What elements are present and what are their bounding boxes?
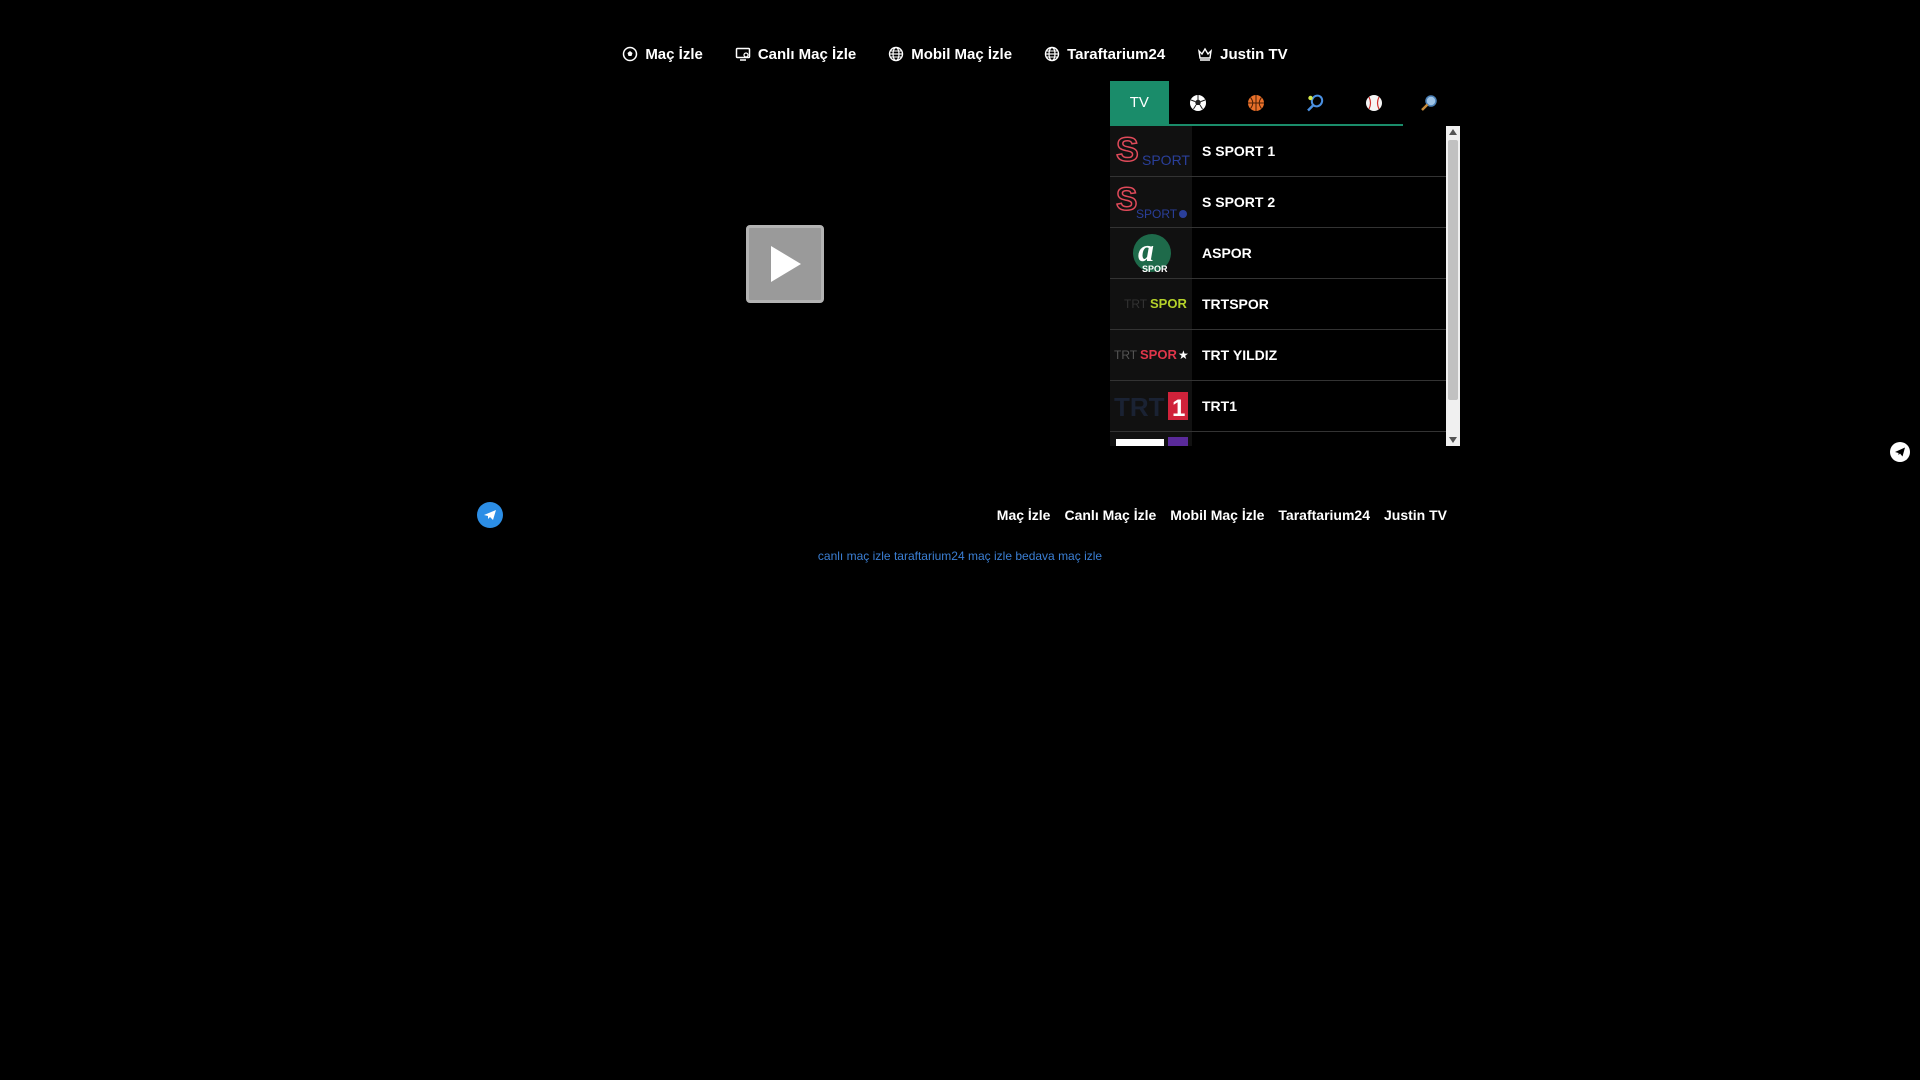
seo-link[interactable]: canlı maç izle — [818, 549, 891, 563]
play-icon — [771, 246, 801, 282]
play-button[interactable] — [746, 225, 824, 303]
globe-icon — [888, 46, 904, 62]
svg-text:TRT: TRT — [1124, 297, 1148, 311]
svg-text:a: a — [1138, 232, 1154, 268]
footer-link-canli-mac-izle[interactable]: Canlı Maç İzle — [1064, 507, 1156, 523]
channel-logo: S SPORT — [1110, 126, 1192, 176]
channel-logo — [1110, 432, 1192, 446]
channel-panel: TV S SPORT S SPORT 1 S SPORT S SPORT 2 a… — [1110, 81, 1460, 446]
category-tabs: TV — [1110, 81, 1403, 126]
seo-link[interactable]: taraftarium24 — [894, 549, 965, 563]
footer-link-taraftarium24[interactable]: Taraftarium24 — [1278, 507, 1370, 523]
globe-icon — [1044, 46, 1060, 62]
footer-link-justin-tv[interactable]: Justin TV — [1384, 507, 1447, 523]
channel-item-s-sport-1[interactable]: S SPORT S SPORT 1 — [1110, 126, 1446, 177]
nav-justin-tv[interactable]: Justin TV — [1197, 42, 1288, 66]
seo-link[interactable]: maç izle — [968, 549, 1012, 563]
footer-link-mac-izle[interactable]: Maç İzle — [997, 507, 1051, 523]
nav-mobil-mac-izle[interactable]: Mobil Maç İzle — [888, 42, 1012, 66]
svg-text:SPORT: SPORT — [1136, 207, 1178, 221]
top-navigation: Maç İzle Canlı Maç İzle Mobil Maç İzle T… — [0, 42, 1920, 66]
svg-text:TRT: TRT — [1114, 392, 1165, 422]
svg-text:TRT: TRT — [1114, 348, 1138, 362]
search-icon — [1420, 94, 1437, 111]
basketball-icon — [1248, 94, 1265, 111]
soccer-ball-icon — [1189, 94, 1206, 111]
channel-logo: TRT SPOR — [1110, 279, 1192, 329]
channel-name: ASPOR — [1202, 245, 1252, 261]
tab-tv[interactable]: TV — [1110, 81, 1169, 124]
channel-logo: a SPOR — [1110, 228, 1192, 278]
soccer-ball-icon — [622, 46, 638, 62]
tab-search[interactable] — [1399, 81, 1458, 124]
svg-text:S: S — [1116, 181, 1137, 217]
nav-taraftarium24[interactable]: Taraftarium24 — [1044, 42, 1165, 66]
scroll-down-arrow-icon[interactable] — [1446, 434, 1460, 446]
nav-mac-izle[interactable]: Maç İzle — [622, 42, 703, 66]
channel-list[interactable]: S SPORT S SPORT 1 S SPORT S SPORT 2 a SPOR … — [1110, 126, 1460, 446]
channel-logo: TRT 1 — [1110, 381, 1192, 431]
seo-link[interactable]: bedava maç izle — [1015, 549, 1102, 563]
nav-canli-mac-izle[interactable]: Canlı Maç İzle — [735, 42, 856, 66]
tab-football[interactable] — [1169, 81, 1228, 124]
side-telegram-button[interactable] — [1890, 442, 1910, 462]
footer-link-mobil-mac-izle[interactable]: Mobil Maç İzle — [1170, 507, 1264, 523]
channel-logo: TRT SPOR ★ — [1110, 330, 1192, 380]
video-player[interactable] — [480, 81, 1110, 445]
channel-name: TRT YILDIZ — [1202, 347, 1278, 363]
tennis-icon — [1307, 94, 1324, 111]
channel-list-scrollbar[interactable] — [1446, 126, 1460, 446]
channel-item-trt1[interactable]: TRT 1 TRT1 — [1110, 381, 1446, 432]
svg-text:SPOR: SPOR — [1140, 347, 1177, 362]
svg-text:SPORT: SPORT — [1142, 152, 1190, 168]
channel-name: TRTSPOR — [1202, 296, 1269, 312]
channel-item-s-sport-2[interactable]: S SPORT S SPORT 2 — [1110, 177, 1446, 228]
telegram-icon — [1895, 447, 1905, 457]
nav-label: Mobil Maç İzle — [911, 45, 1013, 63]
channel-item-trt-yildiz[interactable]: TRT SPOR ★ TRT YILDIZ — [1110, 330, 1446, 381]
footer-links: Maç İzle Canlı Maç İzle Mobil Maç İzle T… — [997, 507, 1447, 523]
svg-text:★: ★ — [1178, 348, 1189, 362]
channel-item-aspor[interactable]: a SPOR ASPOR — [1110, 228, 1446, 279]
channel-name: S SPORT 2 — [1202, 194, 1276, 210]
baseball-icon — [1365, 94, 1382, 111]
tab-tennis[interactable] — [1286, 81, 1345, 124]
svg-text:S: S — [1116, 131, 1139, 169]
channel-item-trtspor[interactable]: TRT SPOR TRTSPOR — [1110, 279, 1446, 330]
seo-links: canlı maç izle taraftarium24 maç izle be… — [0, 549, 1920, 563]
svg-text:SPOR: SPOR — [1150, 296, 1187, 311]
channel-name: S SPORT 1 — [1202, 143, 1276, 159]
tab-baseball[interactable] — [1344, 81, 1403, 124]
scroll-thumb[interactable] — [1448, 140, 1458, 400]
nav-label: Canlı Maç İzle — [757, 45, 857, 63]
channel-item-partial[interactable] — [1110, 432, 1446, 446]
crown-icon — [1197, 46, 1213, 62]
nav-label: Justin TV — [1220, 45, 1288, 63]
nav-label: Taraftarium24 — [1067, 45, 1166, 63]
nav-label: Maç İzle — [645, 45, 703, 63]
tv-icon — [735, 46, 751, 62]
tab-tv-label: TV — [1129, 94, 1149, 111]
telegram-icon — [484, 510, 496, 520]
channel-name: TRT1 — [1202, 398, 1237, 414]
tab-basketball[interactable] — [1227, 81, 1286, 124]
svg-text:SPOR: SPOR — [1142, 264, 1168, 274]
channel-logo: S SPORT — [1110, 177, 1192, 227]
footer-telegram-button[interactable] — [477, 502, 503, 528]
scroll-up-arrow-icon[interactable] — [1446, 126, 1460, 138]
svg-text:1: 1 — [1172, 395, 1185, 422]
